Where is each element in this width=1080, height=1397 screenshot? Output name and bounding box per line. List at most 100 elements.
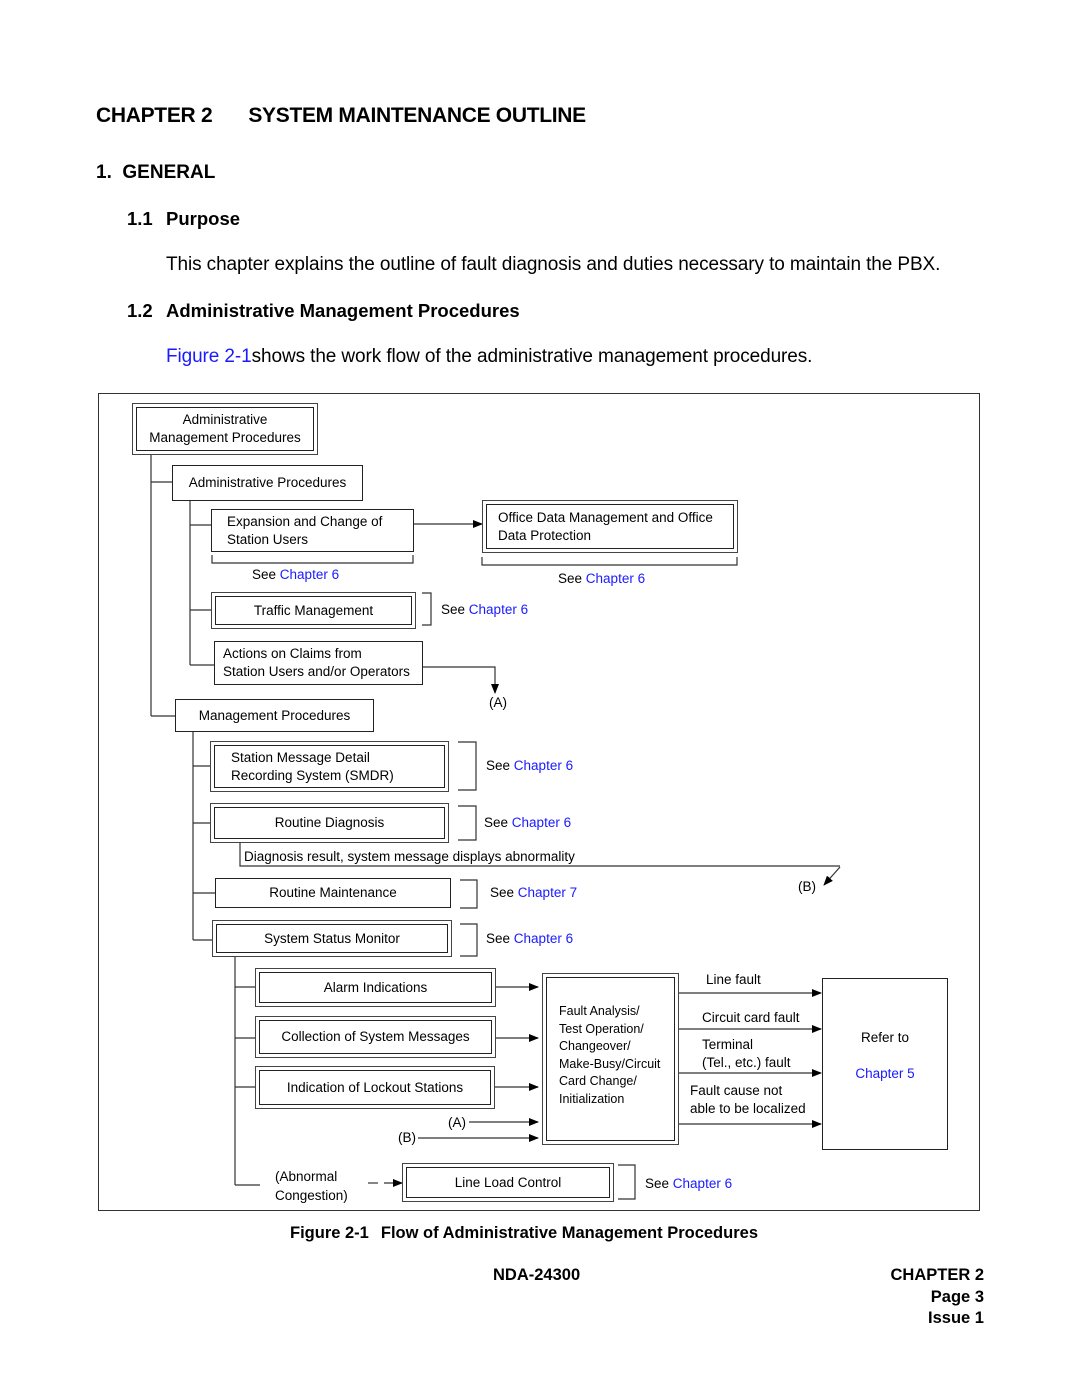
traffic-box: Traffic Management <box>211 592 416 629</box>
routine-maintenance-box: Routine Maintenance <box>215 878 451 908</box>
fault-analysis-box: Fault Analysis/ Test Operation/ Changeov… <box>542 973 679 1145</box>
figure-link[interactable]: Figure 2-1 <box>166 346 252 367</box>
expansion-line-1: Expansion and Change of <box>227 513 383 529</box>
line-load-box: Line Load Control <box>402 1163 614 1202</box>
expansion-box: Expansion and Change of Station Users <box>211 509 414 552</box>
terminal-line-2: (Tel., etc.) fault <box>702 1055 791 1070</box>
footer-doc-id: NDA-24300 <box>493 1266 581 1284</box>
see-label: See <box>484 815 509 830</box>
refer-box: Refer to Chapter 5 <box>822 978 948 1150</box>
terminal-line-1: Terminal <box>702 1037 754 1052</box>
line-load-label: Line Load Control <box>406 1167 610 1198</box>
marker-b-top: (B) <box>798 879 816 894</box>
status-monitor-box: System Status Monitor <box>212 920 452 957</box>
expansion-ref: See Chapter 6 <box>252 566 339 584</box>
section-number: 1.1 <box>127 208 153 229</box>
root-box-inner: Administrative Management Procedures <box>136 407 314 451</box>
smdr-chapter-link[interactable]: Chapter 6 <box>514 758 573 773</box>
expansion-line-2: Station Users <box>227 531 309 547</box>
chapter-heading: CHAPTER 2 SYSTEM MAINTENANCE OUTLINE <box>96 104 586 128</box>
office-data-box: Office Data Management and Office Data Pr… <box>482 500 738 553</box>
abnormal-line-1: (Abnormal <box>275 1169 338 1184</box>
see-label: See <box>645 1176 670 1191</box>
footer-page-info: CHAPTER 2 Page 3 Issue 1 <box>890 1265 984 1330</box>
purpose-paragraph: This chapter explains the outline of fau… <box>166 254 941 275</box>
see-label: See <box>252 567 277 582</box>
see-label: See <box>558 571 583 586</box>
abnormal-label: (Abnormal Congestion) <box>275 1167 348 1205</box>
chapter-title: SYSTEM MAINTENANCE OUTLINE <box>248 104 586 127</box>
alarm-label: Alarm Indications <box>259 972 492 1003</box>
office-data-chapter-link[interactable]: Chapter 6 <box>586 571 645 586</box>
fault-line: Changeover/ <box>559 1039 631 1054</box>
office-data-inner: Office Data Management and Office Data Pr… <box>486 504 734 549</box>
footer-chapter: CHAPTER 2 <box>890 1266 984 1284</box>
line-load-ref: See Chapter 6 <box>645 1175 732 1193</box>
status-monitor-ref: See Chapter 6 <box>486 930 573 948</box>
footer-issue: Issue 1 <box>928 1309 984 1327</box>
admin-paragraph: Figure 2-1shows the work flow of the adm… <box>166 346 812 368</box>
section-purpose-heading: 1.1 Purpose <box>127 208 240 230</box>
admin-paragraph-text: shows the work flow of the administrativ… <box>251 346 813 367</box>
figure-caption: Figure 2-1 Flow of Administrative Managem… <box>290 1224 758 1243</box>
section-title: Purpose <box>166 208 241 229</box>
office-line-1: Office Data Management and Office <box>498 509 713 525</box>
marker-a-bottom: (A) <box>448 1115 466 1130</box>
refer-to-label: Refer to <box>860 1030 910 1045</box>
smdr-line-1: Station Message Detail <box>231 749 370 765</box>
smdr-box: Station Message Detail Recording System (… <box>210 741 449 792</box>
lockout-label: Indication of Lockout Stations <box>259 1070 491 1105</box>
section-number: 1.2 <box>127 300 153 321</box>
claims-line-1: Actions on Claims from <box>223 646 362 661</box>
claims-line-2: Station Users and/or Operators <box>223 664 410 679</box>
section-admin-heading: 1.2 Administrative Management Procedures <box>127 300 520 322</box>
fault-line: Test Operation/ <box>559 1021 644 1036</box>
traffic-ref: See Chapter 6 <box>441 601 528 619</box>
office-data-ref: See Chapter 6 <box>558 570 645 588</box>
terminal-fault-label: Terminal (Tel., etc.) fault <box>702 1036 791 1072</box>
traffic-chapter-link[interactable]: Chapter 6 <box>469 602 528 617</box>
section-general-heading: 1. GENERAL <box>96 162 216 183</box>
line-load-chapter-link[interactable]: Chapter 6 <box>673 1176 732 1191</box>
root-line-1: Administrative <box>182 412 268 427</box>
line-fault-label: Line fault <box>706 972 761 987</box>
fault-analysis-inner: Fault Analysis/ Test Operation/ Changeov… <box>546 977 675 1141</box>
circuit-fault-label: Circuit card fault <box>702 1010 800 1025</box>
figure-number: Figure 2-1 <box>290 1224 369 1242</box>
status-monitor-label: System Status Monitor <box>216 924 448 953</box>
see-label: See <box>441 602 466 617</box>
routine-diagnosis-box: Routine Diagnosis <box>210 803 449 843</box>
root-box: Administrative Management Procedures <box>132 403 318 455</box>
fault-line: Fault Analysis/ <box>559 1004 640 1018</box>
routine-diagnosis-chapter-link[interactable]: Chapter 6 <box>512 815 571 830</box>
see-label: See <box>486 758 511 773</box>
section-title: Administrative Management Procedures <box>166 300 520 321</box>
office-line-2: Data Protection <box>498 527 592 543</box>
management-procedures-box: Management Procedures <box>175 699 374 732</box>
status-monitor-chapter-link[interactable]: Chapter 6 <box>514 931 573 946</box>
routine-maintenance-ref: See Chapter 7 <box>490 884 577 902</box>
routine-diagnosis-ref: See Chapter 6 <box>484 814 571 832</box>
not-localized-line-2: able to be localized <box>690 1101 806 1116</box>
claims-box: Actions on Claims from Station Users and/… <box>214 641 423 685</box>
chapter5-link[interactable]: Chapter 5 <box>855 1065 914 1083</box>
lockout-box: Indication of Lockout Stations <box>255 1066 495 1109</box>
collection-box: Collection of System Messages <box>255 1016 496 1058</box>
abnormal-line-2: Congestion) <box>275 1188 348 1203</box>
not-localized-line-1: Fault cause not <box>690 1083 783 1098</box>
root-line-2: Management Procedures <box>149 430 301 445</box>
fault-line: Make-Busy/Circuit <box>559 1056 661 1071</box>
marker-a-top: (A) <box>489 695 507 710</box>
smdr-line-2: Recording System (SMDR) <box>231 767 394 783</box>
routine-maintenance-chapter-link[interactable]: Chapter 7 <box>518 885 577 900</box>
diagnosis-note: Diagnosis result, system message display… <box>244 849 575 864</box>
collection-label: Collection of System Messages <box>259 1020 492 1054</box>
chapter-label: CHAPTER 2 <box>96 104 213 127</box>
marker-b-bottom: (B) <box>398 1130 416 1145</box>
see-label: See <box>486 931 511 946</box>
alarm-box: Alarm Indications <box>255 968 496 1007</box>
admin-procedures-box: Administrative Procedures <box>172 465 363 501</box>
fault-line: Card Change/ <box>559 1074 637 1089</box>
footer-page: Page 3 <box>930 1287 984 1306</box>
expansion-chapter-link[interactable]: Chapter 6 <box>280 567 339 582</box>
